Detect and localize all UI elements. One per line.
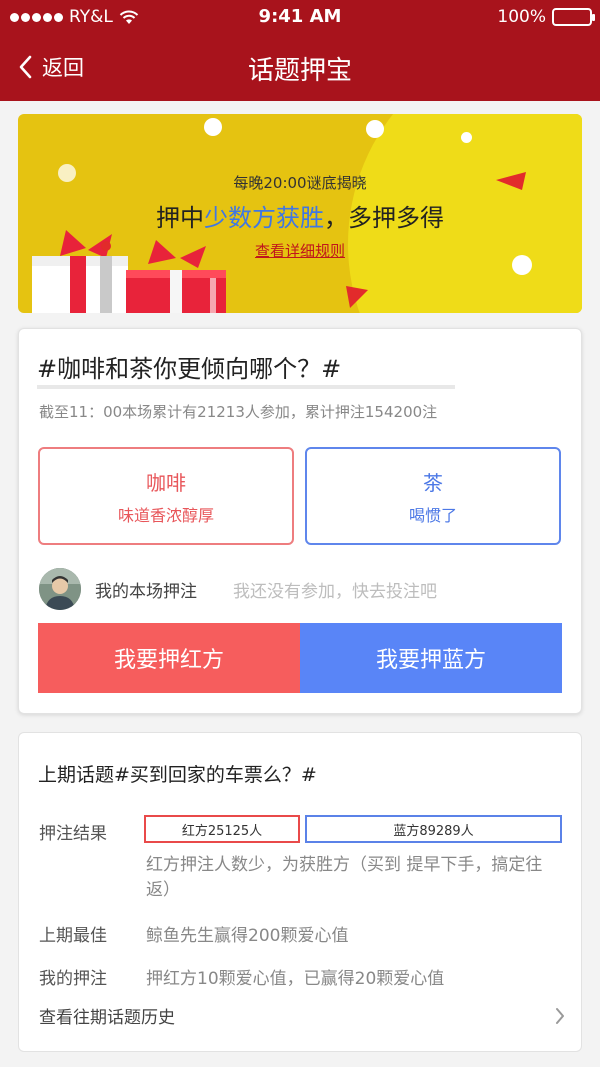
result-label: 押注结果	[39, 824, 107, 844]
top-bar: RY&L 9:41 AM 100% 返回 话题押宝	[0, 0, 600, 101]
result-description: 红方押注人数少，为获胜方（买到 提早下手，搞定往返）	[146, 855, 543, 900]
banner-reveal-time: 每晚20:00谜底揭晓	[233, 174, 367, 192]
my-bet-label: 我的本场押注	[95, 582, 197, 602]
best-label: 上期最佳	[39, 926, 107, 946]
option-red-name: 咖啡	[146, 471, 186, 495]
bet-red-button[interactable]: 我要押红方	[38, 623, 300, 693]
snow-dot	[366, 120, 384, 138]
my-bet-hint: 我还没有参加，快去投注吧	[233, 582, 437, 602]
option-blue-card[interactable]: 茶 喝惯了	[305, 447, 561, 545]
blue-result-bar: 蓝方89289人	[305, 815, 562, 843]
topic-title-underline	[37, 385, 455, 389]
red-result-bar: 红方25125人	[144, 815, 300, 843]
avatar	[39, 568, 81, 610]
slogan-highlight: 少数方获胜	[204, 204, 324, 232]
banner-slogan: 押中少数方获胜，多押多得	[18, 198, 582, 233]
history-link-row[interactable]: 查看往期话题历史	[39, 1003, 565, 1033]
topic-title: #咖啡和茶你更倾向哪个？#	[37, 355, 342, 383]
mine-value: 押红方10颗爱心值，已赢得20颗爱心值	[146, 969, 445, 989]
page-title: 话题押宝	[247, 56, 352, 86]
my-bet-row: 我的本场押注 我还没有参加，快去投注吧	[39, 566, 563, 610]
mine-label: 我的押注	[39, 969, 107, 989]
status-bar: RY&L 9:41 AM 100%	[0, 0, 600, 34]
snow-dot	[461, 132, 472, 143]
best-value: 鲸鱼先生赢得200颗爱心值	[146, 926, 349, 946]
snow-dot	[204, 118, 222, 136]
option-blue-name: 茶	[423, 471, 443, 495]
last-topic-title: 上期话题#买到回家的车票么？#	[38, 764, 317, 786]
nav-bar: 返回 话题押宝	[0, 34, 600, 101]
option-blue-desc: 喝惯了	[408, 506, 457, 525]
battery-icon	[552, 8, 595, 26]
slogan-suffix: ，多押多得	[324, 204, 444, 232]
rules-link[interactable]: 查看详细规则	[18, 240, 582, 261]
last-topic-card: 上期话题#买到回家的车票么？# 押注结果 红方25125人 蓝方89289人 红…	[18, 732, 582, 1052]
battery-percent: 100%	[497, 7, 546, 27]
topic-stats: 截至11：00本场累计有21213人参加，累计押注154200注	[39, 403, 438, 421]
bet-blue-button[interactable]: 我要押蓝方	[300, 623, 562, 693]
option-red-desc: 味道香浓醇厚	[117, 506, 214, 525]
slogan-prefix: 押中	[156, 204, 204, 232]
battery-info: 100%	[497, 7, 595, 27]
topic-card: #咖啡和茶你更倾向哪个？# 截至11：00本场累计有21213人参加，累计押注1…	[18, 328, 582, 714]
option-red-card[interactable]: 咖啡 味道香浓醇厚	[38, 447, 294, 545]
chevron-right-icon	[556, 1008, 564, 1024]
history-link-label: 查看往期话题历史	[39, 1008, 175, 1028]
user-avatar-icon	[39, 568, 81, 610]
promo-banner: 每晚20:00谜底揭晓 押中少数方获胜，多押多得 查看详细规则	[18, 114, 582, 313]
red-triangle-icon	[346, 286, 368, 308]
